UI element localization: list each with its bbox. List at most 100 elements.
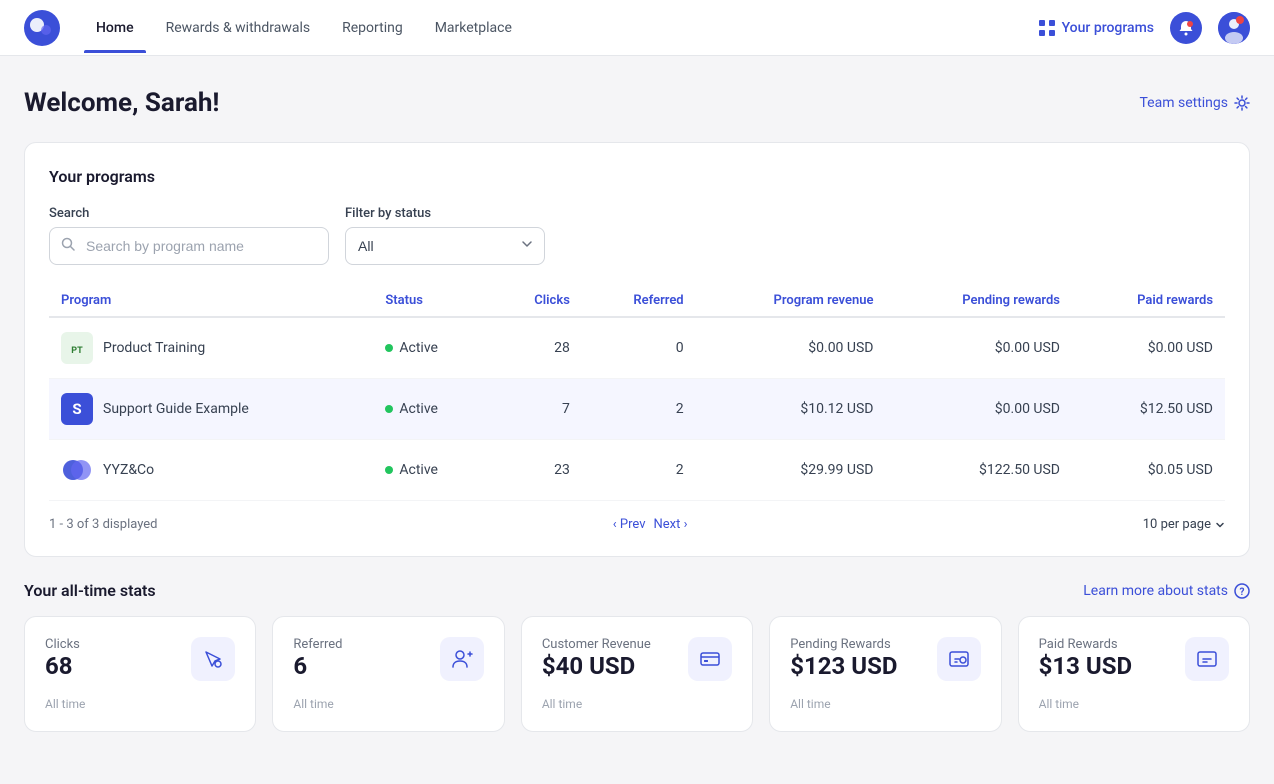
- avatar-image: [1218, 12, 1250, 44]
- cell-program-revenue: $0.00 USD: [696, 317, 886, 379]
- your-programs-button[interactable]: Your programs: [1038, 19, 1154, 37]
- stat-card-inner: Clicks 68: [45, 637, 235, 681]
- cell-status: Active: [373, 379, 490, 440]
- programs-card-title: Your programs: [49, 167, 1225, 186]
- nav-home[interactable]: Home: [84, 12, 146, 44]
- prev-button[interactable]: ‹ Prev: [613, 517, 646, 532]
- cell-referred: 2: [582, 379, 696, 440]
- stat-label: Customer Revenue: [542, 637, 651, 652]
- filter-select-wrap: All Active Inactive: [345, 227, 545, 265]
- app-logo[interactable]: [24, 10, 60, 46]
- per-page-chevron-icon: [1215, 520, 1225, 530]
- svg-text:?: ?: [1240, 587, 1245, 598]
- program-name: YYZ&Co: [103, 462, 154, 478]
- stat-card-inner: Pending Rewards $123 USD: [790, 637, 980, 681]
- stat-card-paid_rewards: Paid Rewards $13 USD All time: [1018, 616, 1250, 732]
- notification-button[interactable]: [1170, 12, 1202, 44]
- team-settings-label: Team settings: [1140, 95, 1229, 111]
- team-settings-link[interactable]: Team settings: [1140, 95, 1251, 111]
- table-row[interactable]: PT Product Training Active 28 0 $0.00 US…: [49, 317, 1225, 379]
- program-logo: PT: [61, 332, 93, 364]
- nav-links: Home Rewards & withdrawals Reporting Mar…: [84, 12, 1038, 44]
- stat-period: All time: [45, 697, 235, 711]
- your-programs-label: Your programs: [1062, 20, 1154, 36]
- table-body: PT Product Training Active 28 0 $0.00 US…: [49, 317, 1225, 501]
- stat-period: All time: [542, 697, 732, 711]
- cell-program-revenue: $29.99 USD: [696, 440, 886, 501]
- stats-title: Your all-time stats: [24, 581, 156, 600]
- status-filter-group: Filter by status All Active Inactive: [345, 206, 545, 265]
- learn-more-stats-link[interactable]: Learn more about stats ?: [1083, 583, 1250, 599]
- stat-period: All time: [790, 697, 980, 711]
- help-circle-icon: ?: [1234, 583, 1250, 599]
- stat-card-customer_revenue: Customer Revenue $40 USD All time: [521, 616, 753, 732]
- table-header-row: Program Status Clicks Referred Program r…: [49, 285, 1225, 317]
- cell-program-revenue: $10.12 USD: [696, 379, 886, 440]
- col-program-revenue: Program revenue: [696, 285, 886, 317]
- table-row[interactable]: YYZ&Co Active 23 2 $29.99 USD $122.50 US…: [49, 440, 1225, 501]
- col-program: Program: [49, 285, 373, 317]
- cell-paid-rewards: $0.05 USD: [1072, 440, 1225, 501]
- avatar[interactable]: [1218, 12, 1250, 44]
- nav-rewards[interactable]: Rewards & withdrawals: [154, 12, 323, 44]
- search-group: Search: [49, 206, 329, 265]
- cell-clicks: 28: [491, 317, 582, 379]
- status-active-dot: [385, 344, 393, 352]
- cell-pending-rewards: $0.00 USD: [885, 379, 1072, 440]
- stat-info: Clicks 68: [45, 637, 80, 680]
- cell-program: S Support Guide Example: [49, 379, 373, 440]
- cursor-icon: [191, 637, 235, 681]
- per-page-select[interactable]: 10 per page: [1143, 517, 1225, 532]
- stat-value: $123 USD: [790, 652, 897, 680]
- revenue-icon: [688, 637, 732, 681]
- cell-status: Active: [373, 440, 490, 501]
- table-row[interactable]: S Support Guide Example Active 7 2 $10.1…: [49, 379, 1225, 440]
- stat-value: $13 USD: [1039, 652, 1132, 680]
- stat-card-pending_rewards: Pending Rewards $123 USD All time: [769, 616, 1001, 732]
- cell-referred: 0: [582, 317, 696, 379]
- stats-header: Your all-time stats Learn more about sta…: [24, 581, 1250, 600]
- stat-period: All time: [293, 697, 483, 711]
- cell-pending-rewards: $0.00 USD: [885, 317, 1072, 379]
- col-status: Status: [373, 285, 490, 317]
- learn-more-label: Learn more about stats: [1083, 583, 1228, 599]
- page-title: Welcome, Sarah!: [24, 88, 219, 118]
- search-input[interactable]: [49, 227, 329, 265]
- nav-reporting[interactable]: Reporting: [330, 12, 415, 44]
- status-label: Active: [399, 401, 438, 417]
- col-clicks: Clicks: [491, 285, 582, 317]
- program-logo: S: [61, 393, 93, 425]
- cell-pending-rewards: $122.50 USD: [885, 440, 1072, 501]
- status-filter-select[interactable]: All Active Inactive: [345, 227, 545, 265]
- status-active-dot: [385, 466, 393, 474]
- search-icon: [61, 237, 75, 255]
- stat-info: Paid Rewards $13 USD: [1039, 637, 1132, 680]
- nav-marketplace[interactable]: Marketplace: [423, 12, 524, 44]
- program-logo: [61, 454, 93, 486]
- pagination-nav: ‹ Prev Next ›: [613, 517, 688, 532]
- navbar-right: Your programs: [1038, 12, 1250, 44]
- stat-value: 68: [45, 652, 80, 680]
- stats-cards: Clicks 68 All time Referred 6 All time C…: [24, 616, 1250, 732]
- programs-card: Your programs Search Filter by status: [24, 142, 1250, 557]
- cell-paid-rewards: $12.50 USD: [1072, 379, 1225, 440]
- stat-period: All time: [1039, 697, 1229, 711]
- stat-value: $40 USD: [542, 652, 651, 680]
- svg-text:PT: PT: [71, 346, 83, 356]
- search-input-wrap: [49, 227, 329, 265]
- page-header: Welcome, Sarah! Team settings: [24, 88, 1250, 118]
- stat-value: 6: [293, 652, 342, 680]
- status-label: Active: [399, 340, 438, 356]
- stat-info: Referred 6: [293, 637, 342, 680]
- next-button[interactable]: Next ›: [654, 517, 688, 532]
- navbar: Home Rewards & withdrawals Reporting Mar…: [0, 0, 1274, 56]
- table-footer: 1 - 3 of 3 displayed ‹ Prev Next › 10 pe…: [49, 517, 1225, 532]
- main-content: Welcome, Sarah! Team settings Your progr…: [0, 56, 1274, 764]
- col-pending-rewards: Pending rewards: [885, 285, 1072, 317]
- stat-card-referred: Referred 6 All time: [272, 616, 504, 732]
- stat-label: Referred: [293, 637, 342, 652]
- stat-card-clicks: Clicks 68 All time: [24, 616, 256, 732]
- stat-label: Pending Rewards: [790, 637, 897, 652]
- program-name: Product Training: [103, 340, 205, 356]
- stat-info: Customer Revenue $40 USD: [542, 637, 651, 680]
